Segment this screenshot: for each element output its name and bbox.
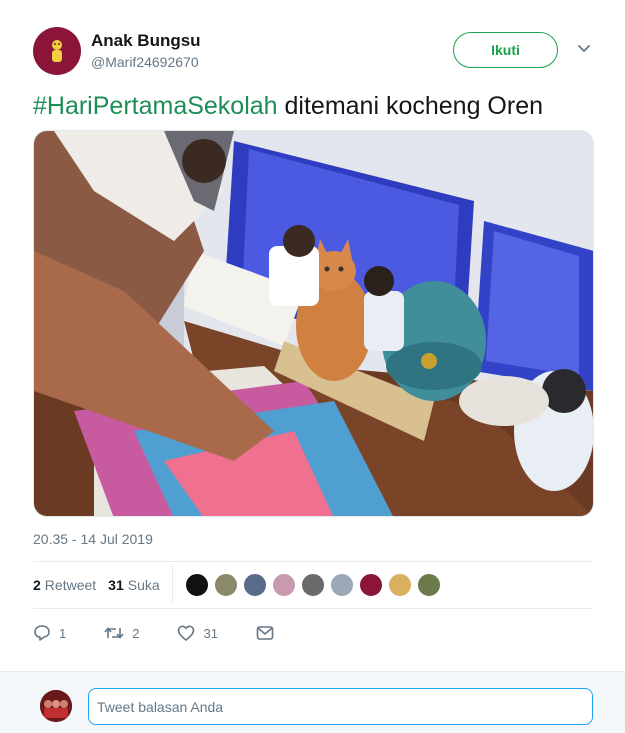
- avatar-image: [40, 690, 72, 722]
- tweet-text: #HariPertamaSekolah ditemani kocheng Ore…: [33, 90, 543, 122]
- retweet-button[interactable]: 2: [104, 624, 139, 642]
- reply-count: 1: [59, 625, 67, 641]
- like-button[interactable]: 31: [177, 624, 218, 642]
- liker-avatar[interactable]: [300, 573, 325, 597]
- message-icon: [256, 626, 274, 640]
- tweet-actions: 1 2 31: [33, 620, 320, 646]
- liker-avatar[interactable]: [387, 573, 412, 597]
- chevron-down-icon[interactable]: [576, 41, 592, 57]
- divider: [33, 561, 592, 562]
- retweet-icon: [104, 627, 124, 639]
- hashtag-link[interactable]: #HariPertamaSekolah: [33, 92, 278, 120]
- current-user-avatar: [40, 690, 72, 722]
- display-name[interactable]: Anak Bungsu: [91, 31, 201, 51]
- like-action-count: 31: [203, 625, 218, 641]
- divider: [33, 608, 592, 609]
- liker-avatar[interactable]: [358, 573, 383, 597]
- reply-icon: [34, 625, 50, 641]
- reply-composer: Tweet balasan Anda: [0, 671, 625, 733]
- retweet-label: Retweet: [44, 577, 97, 593]
- liker-avatar[interactable]: [271, 573, 296, 597]
- classroom-photo-image: [34, 131, 593, 516]
- reply-input[interactable]: Tweet balasan Anda: [88, 688, 593, 725]
- tweet-body: ditemani kocheng Oren: [277, 92, 544, 120]
- like-label: Suka: [127, 577, 160, 593]
- avatar-figure-icon: [52, 40, 62, 62]
- retweet-stat[interactable]: 2 Retweet: [33, 577, 96, 593]
- reply-button[interactable]: 1: [33, 624, 66, 642]
- message-button[interactable]: [256, 625, 282, 641]
- retweet-count: 2: [33, 577, 41, 593]
- retweet-action-count: 2: [132, 625, 140, 641]
- tweet-stats: 2 Retweet 31 Suka: [33, 566, 446, 604]
- liker-avatar[interactable]: [329, 573, 354, 597]
- liker-avatar[interactable]: [184, 573, 209, 597]
- liker-avatars: [184, 573, 446, 597]
- heart-icon: [178, 625, 195, 641]
- tweet-timestamp[interactable]: 20.35 - 14 Jul 2019: [33, 531, 153, 547]
- follow-button[interactable]: Ikuti: [453, 32, 558, 68]
- liker-avatar[interactable]: [213, 573, 238, 597]
- liker-avatar[interactable]: [242, 573, 267, 597]
- avatar[interactable]: [33, 27, 81, 75]
- liker-avatar[interactable]: [416, 573, 441, 597]
- stats-separator: [171, 566, 173, 604]
- user-handle[interactable]: @Marif24692670: [91, 54, 199, 70]
- like-stat[interactable]: 31 Suka: [108, 577, 160, 593]
- like-count: 31: [108, 577, 124, 593]
- tweet-header: Anak Bungsu @Marif24692670 Ikuti: [33, 27, 592, 79]
- tweet-photo[interactable]: [33, 130, 594, 517]
